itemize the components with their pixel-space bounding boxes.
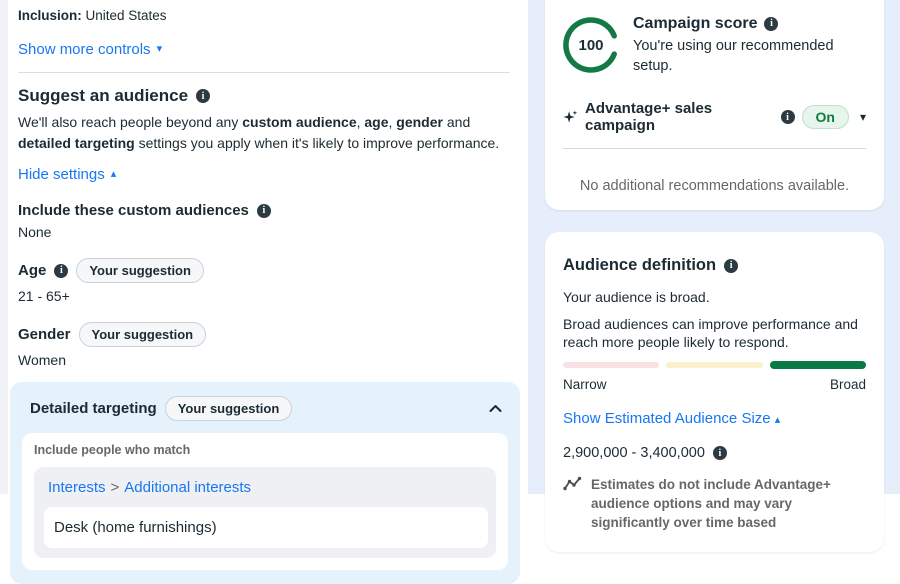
detailed-targeting-card: Include people who match Interests>Addit… xyxy=(22,433,508,570)
meter-labels: Narrow Broad xyxy=(563,377,866,392)
include-people-label: Include people who match xyxy=(34,443,496,457)
meter-segment-broad xyxy=(770,361,866,369)
broad-label: Broad xyxy=(830,377,866,392)
show-estimated-audience-size-link[interactable]: Show Estimated Audience Size ▴ xyxy=(563,410,866,427)
targeting-item-desk[interactable]: Desk (home furnishings) xyxy=(44,507,488,548)
trend-line-icon xyxy=(563,476,582,492)
info-icon[interactable]: i xyxy=(764,17,778,31)
campaign-score-texts: Campaign score i You're using our recomm… xyxy=(633,14,866,76)
gender-label-row: Gender Your suggestion xyxy=(18,322,510,347)
detailed-targeting-header: Detailed targeting Your suggestion xyxy=(22,394,508,421)
campaign-score-subtitle: You're using our recommended setup. xyxy=(633,36,866,76)
hide-settings-link[interactable]: Hide settings ▴ xyxy=(18,166,116,183)
meter-segment-mid xyxy=(666,362,762,368)
gender-suggestion-badge: Your suggestion xyxy=(79,322,207,347)
campaign-score-row: 100 Campaign score i You're using our re… xyxy=(563,14,866,76)
card-divider xyxy=(563,148,866,149)
inclusion-label: Inclusion: xyxy=(18,8,82,23)
campaign-score-title: Campaign score i xyxy=(633,14,866,34)
chevron-up-icon[interactable] xyxy=(485,400,506,417)
caret-down-icon: ▾ xyxy=(157,44,163,55)
score-gauge: 100 xyxy=(563,17,619,73)
age-label-row: Age i Your suggestion xyxy=(18,258,510,283)
age-value: 21 - 65+ xyxy=(18,288,510,304)
info-icon[interactable]: i xyxy=(724,259,738,273)
estimated-audience-size: 2,900,000 - 3,400,000 i xyxy=(563,445,866,461)
gender-value: Women xyxy=(18,352,510,368)
caret-up-icon: ▴ xyxy=(775,414,781,426)
detailed-targeting-section: Detailed targeting Your suggestion Inclu… xyxy=(10,382,520,584)
breadcrumb: Interests>Additional interests xyxy=(44,477,488,496)
detailed-targeting-label: Detailed targeting xyxy=(30,400,157,417)
no-recommendations-text: No additional recommendations available. xyxy=(563,157,866,215)
detailed-targeting-suggestion-badge: Your suggestion xyxy=(165,396,293,421)
advantage-status-toggle[interactable]: On xyxy=(802,105,849,129)
narrow-label: Narrow xyxy=(563,377,607,392)
info-icon[interactable]: i xyxy=(54,264,68,278)
campaign-score-value: 100 xyxy=(563,17,619,73)
suggest-audience-title: Suggest an audience i xyxy=(18,86,510,106)
meter-segment-narrow xyxy=(563,362,659,368)
estimate-note-text: Estimates do not include Advantage+ audi… xyxy=(591,475,866,532)
interest-group: Interests>Additional interests Desk (hom… xyxy=(34,467,496,558)
audience-definition-card: Audience definition i Your audience is b… xyxy=(545,232,884,552)
audience-targeting-panel: Inclusion: United States Show more contr… xyxy=(0,0,528,494)
estimate-note-row: Estimates do not include Advantage+ audi… xyxy=(563,475,866,532)
breadcrumb-additional-interests-link[interactable]: Additional interests xyxy=(124,479,251,496)
advantage-campaign-row: Advantage+ sales campaign i On ▾ xyxy=(563,100,866,134)
suggest-audience-description: We'll also reach people beyond any custo… xyxy=(18,112,510,154)
recommendations-sidebar: 100 Campaign score i You're using our re… xyxy=(528,0,900,494)
info-icon[interactable]: i xyxy=(713,446,727,460)
audience-definition-title: Audience definition i xyxy=(563,256,866,275)
campaign-score-card: 100 Campaign score i You're using our re… xyxy=(545,0,884,210)
age-suggestion-badge: Your suggestion xyxy=(76,258,204,283)
inclusion-line: Inclusion: United States xyxy=(18,8,510,23)
breadcrumb-interests-link[interactable]: Interests xyxy=(48,479,106,496)
audience-broad-description: Broad audiences can improve performance … xyxy=(563,315,866,351)
sparkle-icon xyxy=(563,109,578,125)
breadcrumb-separator: > xyxy=(106,479,125,496)
custom-audiences-label: Include these custom audiences i xyxy=(18,202,510,219)
custom-audiences-value: None xyxy=(18,224,510,240)
section-divider xyxy=(18,72,510,73)
info-icon[interactable]: i xyxy=(196,89,210,103)
show-more-controls-link[interactable]: Show more controls ▾ xyxy=(18,41,162,58)
inclusion-value: United States xyxy=(86,8,167,23)
advantage-campaign-label: Advantage+ sales campaign xyxy=(585,100,774,134)
audience-breadth-meter xyxy=(563,361,866,369)
info-icon[interactable]: i xyxy=(781,110,795,124)
caret-up-icon: ▴ xyxy=(111,169,117,180)
info-icon[interactable]: i xyxy=(257,204,271,218)
caret-down-icon[interactable]: ▾ xyxy=(860,110,866,124)
audience-broad-text: Your audience is broad. xyxy=(563,289,866,305)
